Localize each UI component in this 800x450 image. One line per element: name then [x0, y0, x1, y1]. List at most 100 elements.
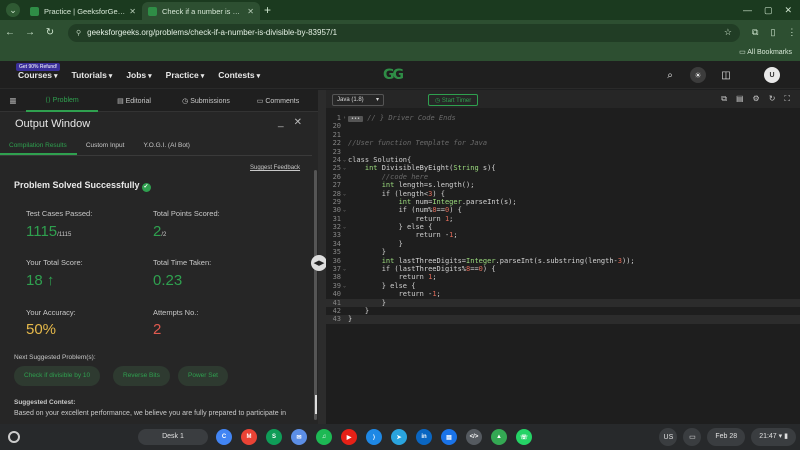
code-line[interactable]: 35 } — [326, 248, 800, 256]
code-line[interactable]: 41 } — [326, 298, 800, 307]
code-line[interactable]: 24 ⌄ class Solution{ — [326, 156, 800, 164]
code-line[interactable]: 38 return 1; — [326, 273, 800, 281]
hamburger-menu-icon[interactable]: ≡ — [0, 94, 26, 108]
settings-icon[interactable]: ⚙ — [753, 94, 760, 104]
tab-yogi-bot[interactable]: Y.O.G.I. (AI Bot) — [134, 138, 199, 155]
gfg-logo[interactable]: GG — [383, 67, 417, 83]
code-line[interactable]: 43} — [326, 315, 800, 324]
fold-toggle-icon[interactable]: ⌄ — [343, 156, 346, 164]
reset-icon[interactable]: ↻ — [769, 94, 776, 104]
launcher-icon[interactable] — [8, 431, 20, 443]
code-line[interactable]: 37 ⌄ if (lastThreeDigits%8==0) { — [326, 265, 800, 273]
scrollbar[interactable] — [314, 170, 317, 420]
fullscreen-icon[interactable]: ⛶ — [784, 94, 790, 104]
more-menu-icon[interactable]: ⋮ — [787, 27, 796, 38]
next-problem-chip[interactable]: Reverse Bits — [113, 366, 170, 386]
next-problem-chip[interactable]: Check if divisible by 10 — [14, 366, 101, 386]
tab-custom-input[interactable]: Custom Input — [77, 138, 135, 155]
fold-toggle-icon[interactable]: ⌄ — [343, 265, 346, 273]
spotify-app-icon[interactable]: ♫ — [316, 429, 332, 445]
fold-toggle-icon[interactable]: ⌄ — [343, 223, 346, 231]
minimize-icon[interactable]: — — [743, 5, 752, 16]
files-app-icon[interactable]: ▤ — [441, 429, 457, 445]
code-line[interactable]: 36 int lastThreeDigits=Integer.parseInt(… — [326, 257, 800, 265]
code-line[interactable]: 23 — [326, 148, 800, 156]
code-line[interactable]: 29 int num=Integer.parseInt(s); — [326, 198, 800, 206]
code-line[interactable]: 21 — [326, 131, 800, 139]
code-line[interactable]: 42 } — [326, 307, 800, 315]
code-line[interactable]: 34 } — [326, 240, 800, 248]
resize-handle-icon[interactable]: ◀▶ — [311, 255, 327, 271]
close-panel-icon[interactable]: ✕ — [294, 117, 302, 128]
fold-toggle-icon[interactable]: › — [343, 114, 346, 122]
code-line[interactable]: 40 return -1; — [326, 290, 800, 298]
side-panel-icon[interactable]: ▯ — [770, 27, 775, 38]
tab-submissions[interactable]: ◷ Submissions — [170, 97, 242, 105]
status-area[interactable]: 21:47 ▾ ▮ — [751, 428, 796, 446]
tab-editorial[interactable]: ▤ Editorial — [98, 97, 170, 105]
fold-toggle-icon[interactable]: ⌄ — [343, 190, 346, 198]
code-line[interactable]: 28 ⌄ if (length<3) { — [326, 190, 800, 198]
vscode-app-icon[interactable]: ⟩ — [366, 429, 382, 445]
locale-indicator[interactable]: US — [659, 428, 678, 446]
browser-tab-problem[interactable]: Check if a number is divisible b ✕ — [142, 2, 260, 20]
gmail-alt-app-icon[interactable]: ✉ — [291, 429, 307, 445]
date-pill[interactable]: Feb 28 — [707, 428, 746, 446]
code-line[interactable]: 33 return -1; — [326, 231, 800, 239]
code-line[interactable]: 20 — [326, 122, 800, 130]
maximize-icon[interactable]: ▢ — [764, 5, 773, 16]
nav-courses[interactable]: Courses ▾ — [18, 70, 58, 80]
youtube-app-icon[interactable]: ▶ — [341, 429, 357, 445]
url-bar[interactable]: ⚲ geeksforgeeks.org/problems/check-if-a-… — [68, 23, 740, 42]
nav-contests[interactable]: Contests ▾ — [218, 70, 260, 80]
tab-compilation-results[interactable]: Compilation Results — [0, 138, 77, 155]
search-icon[interactable]: ⌕ — [662, 67, 678, 83]
fold-toggle-icon[interactable]: ⌄ — [343, 282, 346, 290]
theme-toggle-icon[interactable]: ☀ — [690, 67, 706, 83]
back-icon[interactable]: ← — [0, 27, 20, 38]
tab-search-icon[interactable]: ⌄ — [6, 3, 20, 17]
code-line[interactable]: 25 ⌄ int DivisibleByEight(String s){ — [326, 164, 800, 172]
close-tab-icon[interactable]: ✕ — [129, 7, 136, 16]
close-tab-icon[interactable]: ✕ — [247, 7, 254, 16]
code-line[interactable]: 26 //code here — [326, 173, 800, 181]
nav-tutorials[interactable]: Tutorials ▾ — [72, 70, 113, 80]
tab-problem[interactable]: ⟨⟩ Problem — [26, 90, 98, 112]
whatsapp-app-icon[interactable]: ☏ — [516, 429, 532, 445]
code-area[interactable]: 1 › ••• // } Driver Code Ends 20 21 22 //User … — [326, 114, 800, 324]
suggest-feedback-link[interactable]: Suggest Feedback — [250, 165, 300, 171]
avatar[interactable]: U — [764, 67, 780, 83]
language-select[interactable]: Java (1.8) ▾ — [332, 94, 384, 106]
copy-icon[interactable]: ⧉ — [721, 94, 727, 104]
sheets-app-icon[interactable]: S — [266, 429, 282, 445]
drive-app-icon[interactable]: ▲ — [491, 429, 507, 445]
fold-toggle-icon[interactable]: ⌄ — [343, 164, 346, 172]
code-line[interactable]: 31 return 1; — [326, 215, 800, 223]
new-tab-button[interactable]: + — [264, 3, 271, 17]
code-line[interactable]: 22 //User function Template for Java — [326, 139, 800, 147]
translate-icon[interactable]: ◫ — [718, 67, 734, 83]
bookmark-star-icon[interactable]: ☆ — [724, 27, 732, 38]
minimize-panel-icon[interactable]: _ — [278, 117, 284, 128]
clipboard-icon[interactable]: ▭ — [683, 428, 702, 446]
chrome-app-icon[interactable]: C — [216, 429, 232, 445]
nav-practice[interactable]: Practice ▾ — [166, 70, 205, 80]
code-line[interactable]: 39 ⌄ } else { — [326, 282, 800, 290]
code-app-app-icon[interactable]: </> — [466, 429, 482, 445]
desk-switcher[interactable]: Desk 1 — [138, 429, 208, 445]
tab-comments[interactable]: ▭ Comments — [242, 97, 314, 105]
linkedin-app-icon[interactable]: in — [416, 429, 432, 445]
forward-icon[interactable]: → — [20, 27, 40, 38]
fold-toggle-icon[interactable]: ⌄ — [343, 206, 346, 214]
telegram-app-icon[interactable]: ➤ — [391, 429, 407, 445]
nav-jobs[interactable]: Jobs ▾ — [126, 70, 151, 80]
code-line[interactable]: 32 ⌄ } else { — [326, 223, 800, 231]
extensions-icon[interactable]: ⧉ — [752, 27, 758, 38]
reload-icon[interactable]: ↻ — [40, 27, 60, 38]
gmail-app-icon[interactable]: M — [241, 429, 257, 445]
all-bookmarks-link[interactable]: ▭ All Bookmarks — [739, 48, 792, 56]
code-line[interactable]: 30 ⌄ if (num%8==0) { — [326, 206, 800, 214]
site-info-icon[interactable]: ⚲ — [76, 29, 81, 37]
scrollbar-thumb[interactable] — [315, 395, 317, 414]
start-timer-button[interactable]: ◷ Start Timer — [428, 94, 479, 106]
